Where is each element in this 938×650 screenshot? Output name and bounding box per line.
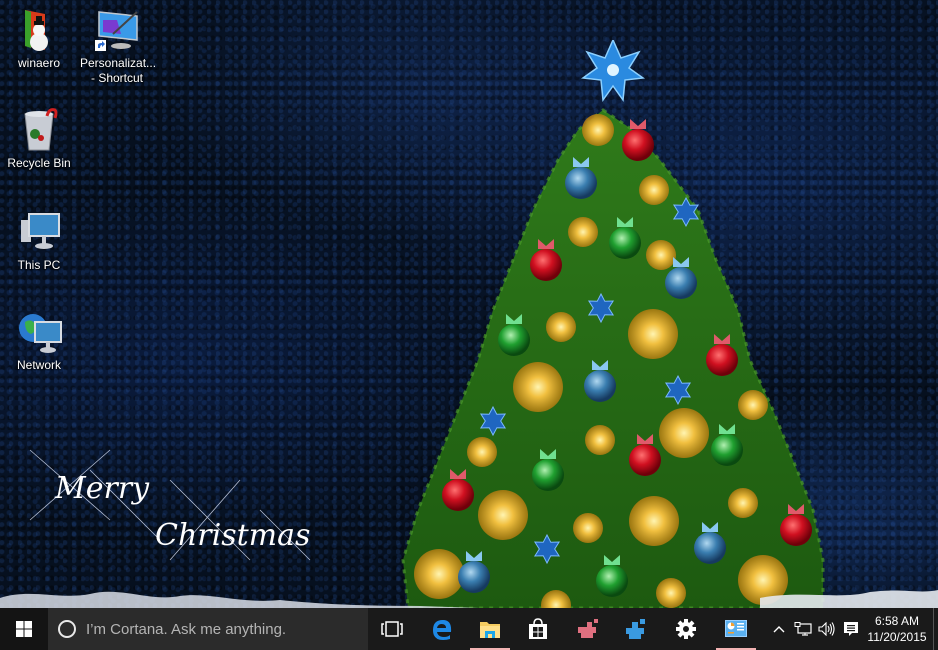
taskbar-registry-blue[interactable] <box>612 608 660 650</box>
chevron-up-icon <box>773 626 785 633</box>
gold-bauble <box>546 312 576 342</box>
gold-bauble <box>478 490 528 540</box>
recycle-bin-icon <box>15 106 63 154</box>
cortana-placeholder: I’m Cortana. Ask me anything. <box>86 620 287 638</box>
edge-icon <box>433 620 452 640</box>
desktop-icon-label: winaero <box>17 56 61 70</box>
desktop-icon-this-pc[interactable]: This PC <box>2 208 76 273</box>
desktop-icon-label: Personalizat... <box>80 56 157 70</box>
desktop-icon-personalization-shortcut[interactable]: Personalizat... - Shortcut <box>80 6 157 86</box>
gold-bauble <box>467 437 497 467</box>
store-icon <box>529 618 547 639</box>
cortana-icon <box>58 620 76 638</box>
desktop-icon-label: Recycle Bin <box>7 156 71 170</box>
gold-bauble <box>628 309 678 359</box>
tray-volume[interactable] <box>816 608 838 650</box>
christmas-tree <box>401 40 825 608</box>
taskbar-edge[interactable] <box>418 608 466 650</box>
clock-time: 6:58 AM <box>874 614 920 628</box>
gold-bauble <box>568 217 598 247</box>
this-pc-icon <box>15 208 63 256</box>
action-center-icon <box>844 622 858 636</box>
desktop: Merry Christmas winaero Personalizat... … <box>0 0 938 608</box>
cortana-search-box[interactable]: I’m Cortana. Ask me anything. <box>48 608 368 650</box>
greeting-line2: Christmas <box>155 518 310 553</box>
gold-bauble <box>629 496 679 546</box>
tray-network[interactable] <box>792 608 814 650</box>
desktop-icon-label: Network <box>16 358 61 372</box>
taskbar-task-view[interactable] <box>368 608 416 650</box>
gold-bauble <box>728 488 758 518</box>
volume-icon <box>818 622 835 636</box>
desktop-icon-winaero[interactable]: winaero <box>2 6 76 71</box>
taskbar-settings[interactable] <box>662 608 710 650</box>
gold-bauble <box>659 408 709 458</box>
gold-bauble <box>582 114 614 146</box>
greeting-line1: Merry <box>54 471 150 506</box>
gold-bauble <box>585 425 615 455</box>
taskbar-file-explorer[interactable] <box>466 608 514 650</box>
gold-bauble <box>513 362 563 412</box>
gold-bauble <box>573 513 603 543</box>
taskbar-store[interactable] <box>514 608 562 650</box>
gold-bauble <box>639 175 669 205</box>
taskbar-control-panel[interactable] <box>712 608 760 650</box>
gold-bauble <box>738 390 768 420</box>
desktop-icon-network[interactable]: Network <box>2 308 76 373</box>
registry-red-icon <box>578 619 598 638</box>
star-topper <box>580 40 646 103</box>
tray-action-center[interactable] <box>840 608 862 650</box>
personalization-shortcut-icon <box>93 6 141 54</box>
network-tray-icon <box>794 622 812 636</box>
task-view-icon <box>381 621 403 637</box>
tray-clock[interactable]: 6:58 AM 11/20/2015 <box>864 608 930 650</box>
control-panel-icon <box>725 620 747 637</box>
windows-logo-icon <box>16 621 32 637</box>
tray-show-hidden-icons[interactable] <box>770 608 788 650</box>
gear-icon <box>676 619 696 639</box>
network-icon <box>15 308 63 356</box>
taskbar: I’m Cortana. Ask me anything. 6:58 AM 11… <box>0 608 938 650</box>
snow-ground <box>0 590 938 608</box>
start-button[interactable] <box>0 608 48 650</box>
tree-body <box>403 110 823 608</box>
clock-date: 11/20/2015 <box>867 630 927 644</box>
registry-blue-icon <box>626 619 645 639</box>
desktop-icon-recycle-bin[interactable]: Recycle Bin <box>2 106 76 171</box>
show-desktop-button[interactable] <box>933 608 938 650</box>
desktop-icon-label-line2: - Shortcut <box>90 71 144 85</box>
file-explorer-icon <box>480 622 500 638</box>
merry-christmas-greeting: Merry Christmas <box>29 449 310 561</box>
red-ball-ornament <box>622 119 654 161</box>
gold-bauble <box>646 240 676 270</box>
desktop-icon-label: This PC <box>17 258 61 272</box>
taskbar-registry-red[interactable] <box>564 608 612 650</box>
folder-snowman-icon <box>15 6 63 54</box>
